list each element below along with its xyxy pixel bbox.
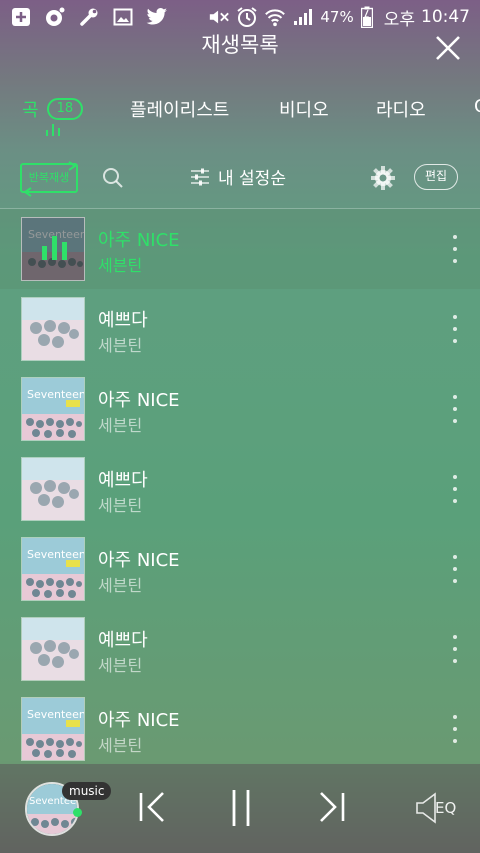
song-row[interactable]: Seventeen 아주 NICE 세븐틴 (0, 369, 480, 449)
svg-text:Seventeen: Seventeen (27, 388, 85, 401)
tab-video[interactable]: 비디오 (279, 96, 329, 122)
song-count-badge: 18 (46, 98, 84, 120)
gear-icon[interactable] (370, 165, 396, 191)
tab-bar: 곡 18 플레이리스트 비디오 라디오 C (0, 92, 480, 142)
song-row[interactable]: Seventeen 아주 NICE 세븐틴 (0, 529, 480, 609)
repeat-button[interactable]: 반복재생 (20, 161, 78, 197)
mini-player: Seventeen music EQ (0, 764, 480, 853)
song-row[interactable]: 예쁘다 세븐틴 (0, 449, 480, 529)
song-title: 예쁘다 (98, 630, 148, 651)
more-options-icon[interactable] (448, 315, 462, 343)
signal-icon (292, 6, 314, 28)
clock-ampm: 오후 (383, 9, 415, 30)
tab-songs[interactable]: 곡 18 (22, 96, 84, 122)
album-art: Seventeen (21, 697, 85, 761)
page-title: 재생목록 (201, 33, 279, 57)
album-art (21, 457, 85, 521)
song-list: Seventeen 아주 NICE 세븐틴 예쁘다 세븐틴 Seventeen … (0, 209, 480, 764)
svg-text:Seventeen: Seventeen (27, 708, 85, 721)
close-button[interactable] (434, 34, 462, 62)
sort-settings-icon (191, 168, 209, 185)
more-options-icon[interactable] (448, 395, 462, 423)
list-toolbar: 반복재생 내 설정순 편집 (0, 160, 480, 197)
battery-icon (360, 6, 374, 28)
sort-label: 내 설정순 (218, 169, 286, 189)
repeat-icon (23, 161, 77, 197)
eq-button[interactable]: EQ (415, 792, 456, 824)
song-title: 아주 NICE (98, 230, 180, 251)
more-options-icon[interactable] (448, 475, 462, 503)
svg-text:Seventeen: Seventeen (27, 548, 85, 561)
system-icons: 47% 오후 10:47 (208, 5, 470, 30)
album-art: Seventeen (21, 537, 85, 601)
song-row[interactable]: 예쁘다 세븐틴 (0, 289, 480, 369)
song-artist: 세븐틴 (98, 496, 143, 515)
battery-percent: 47% (320, 8, 354, 26)
song-artist: 세븐틴 (98, 656, 143, 675)
more-options-icon[interactable] (448, 555, 462, 583)
alarm-icon (236, 6, 258, 28)
record-icon (44, 6, 66, 28)
wifi-icon (264, 6, 286, 28)
song-artist: 세븐틴 (98, 416, 143, 435)
album-art: Seventeen (21, 217, 85, 281)
previous-icon[interactable] (138, 790, 168, 824)
image-icon (112, 6, 134, 28)
sort-button[interactable]: 내 설정순 (190, 164, 286, 189)
eq-label: EQ (435, 799, 457, 817)
edit-button[interactable]: 편집 (414, 164, 458, 190)
song-artist: 세븐틴 (98, 336, 143, 355)
more-options-icon[interactable] (448, 635, 462, 663)
song-title: 아주 NICE (98, 550, 180, 571)
status-bar: 47% 오후 10:47 (0, 0, 480, 34)
song-title: 예쁘다 (98, 470, 148, 491)
wrench-icon (78, 6, 100, 28)
mute-icon (208, 6, 230, 28)
close-icon (436, 36, 460, 60)
song-title: 아주 NICE (98, 390, 180, 411)
twitter-icon (146, 6, 168, 28)
tab-songs-label: 곡 (22, 100, 39, 121)
song-artist: 세븐틴 (98, 736, 143, 755)
more-options-icon[interactable] (448, 715, 462, 743)
notification-icons (10, 6, 168, 28)
tab-more[interactable]: C (474, 96, 480, 117)
search-icon[interactable] (102, 167, 124, 189)
album-art (21, 617, 85, 681)
next-icon[interactable] (316, 790, 346, 824)
song-title: 아주 NICE (98, 710, 180, 731)
source-tag: music (62, 782, 112, 800)
song-row-current[interactable]: Seventeen 아주 NICE 세븐틴 (0, 209, 480, 289)
song-row[interactable]: 예쁘다 세븐틴 (0, 609, 480, 689)
album-art (21, 297, 85, 361)
clock-time: 10:47 (421, 7, 470, 27)
song-row[interactable]: Seventeen 아주 NICE 세븐틴 (0, 689, 480, 764)
song-artist: 세븐틴 (98, 256, 143, 275)
song-artist: 세븐틴 (98, 576, 143, 595)
song-title: 예쁘다 (98, 310, 148, 331)
pause-icon[interactable] (230, 788, 252, 828)
album-art: Seventeen (21, 377, 85, 441)
now-playing-eq-icon (46, 124, 60, 136)
tab-radio[interactable]: 라디오 (376, 96, 426, 122)
add-box-icon (10, 6, 32, 28)
progress-indicator (73, 808, 82, 817)
tab-playlist[interactable]: 플레이리스트 (130, 96, 229, 122)
more-options-icon[interactable] (448, 235, 462, 263)
